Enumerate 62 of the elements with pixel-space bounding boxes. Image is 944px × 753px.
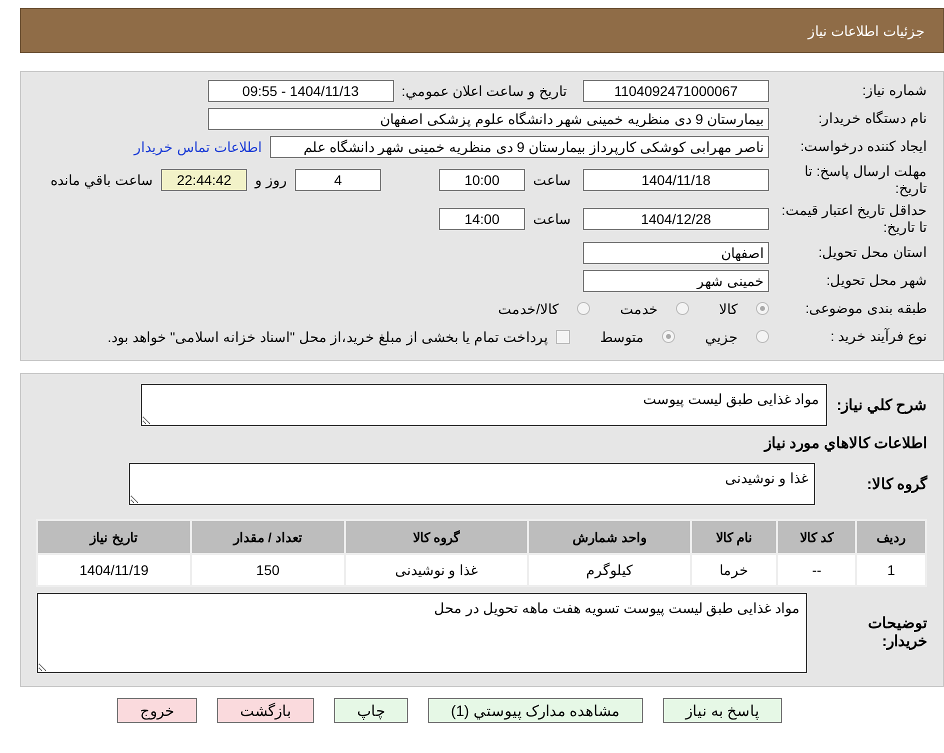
table-cell: خرما [691,554,778,586]
action-button[interactable]: چاپ [334,698,408,723]
action-button[interactable]: خروج [116,698,197,723]
table-cell: 1404/11/19 [37,554,192,586]
buyer-notes-field[interactable]: مواد غذایی طبق لیست پیوست تسویه هفت ماهه تحویل در محل [37,593,807,673]
summary-field[interactable]: مواد غذایی طبق لیست پیوست [140,384,827,426]
radio-button[interactable] [676,302,689,315]
field-label: شماره نیاز: [861,82,927,99]
table-cell: کیلوگرم [528,554,692,586]
radio-button[interactable] [577,302,590,315]
section-heading: اطلاعات کالاهاي مورد نیاز [764,434,927,452]
field-label: حداقل تاریخ اعتبار قیمت: تا تاریخ: [780,202,927,236]
radio-button[interactable] [662,330,675,343]
column-header: واحد شمارش [528,520,692,554]
table-cell: غذا و نوشیدنی [344,554,528,586]
goods-group-field[interactable]: غذا و نوشیدنی [129,463,815,505]
column-header: گروه کالا [344,520,528,554]
radio-button[interactable] [756,302,769,315]
field-label: مهلت ارسال پاسخ: تا تاریخ: [803,163,927,197]
field-label: نوع فرآیند خرید : [829,328,927,345]
table-cell: 150 [191,554,345,586]
buyer-contact-link[interactable]: اطلاعات تماس خریدار [134,138,262,154]
field-label: شهر محل تحویل: [825,272,927,289]
column-header: تاریخ نیاز [37,520,192,554]
field-label: ایجاد کننده درخواست: [799,138,927,155]
deadline-time-field[interactable]: 10:00 [439,169,525,191]
field-label: طبقه بندی موضوعی: [804,300,927,317]
validity-date-field[interactable]: 1404/12/28 [583,208,769,230]
option-label: کالا/خدمت [498,300,559,316]
field-label: توضیحات خریدار: [867,615,927,651]
option-label: خدمت [620,300,658,316]
radio-button[interactable] [756,330,769,343]
deadline-date-field[interactable]: 1404/11/18 [583,169,769,191]
action-button[interactable]: بازگشت [216,698,314,723]
field-label: ساعت باقي مانده [50,172,154,188]
option-label: متوسط [600,328,644,344]
remaining-time-field[interactable]: 22:44:42 [161,169,248,191]
field-label: روز و [255,172,287,188]
field-label: استان محل تحویل: [817,244,927,261]
option-label: جزيي [705,328,738,344]
need-number-field[interactable]: 1104092471000067 [583,80,769,102]
field-label: گروه کالا: [866,475,927,493]
field-label: ساعت [533,211,571,227]
action-button[interactable]: مشاهده مدارک پیوستي (1) [428,698,643,723]
field-label: تاريخ و ساعت اعلان عمومي: [402,82,567,98]
checkbox[interactable] [556,330,570,344]
field-label: شرح کلي نیاز: [836,396,927,414]
page-title: جزئیات اطلاعات نیاز [808,22,925,38]
table-cell: 1 [856,554,926,586]
column-header: تعداد / مقدار [191,520,345,554]
column-header: ردیف [856,520,926,554]
option-label: کالا [719,300,738,316]
field-label: نام دستگاه خریدار: [817,110,927,127]
table-cell: -- [777,554,856,586]
checkbox-label: پرداخت تمام یا بخشی از مبلغ خرید،از محل "اسناد خزانه اسلامی" خواهد بود. [107,328,548,344]
announce-date-field[interactable]: 1404/11/13 - 09:55 [208,80,394,102]
column-header: کد کالا [777,520,856,554]
action-button[interactable]: پاسخ به نیاز [662,698,782,723]
validity-time-field[interactable]: 14:00 [439,208,525,230]
days-field[interactable]: 4 [295,169,381,191]
column-header: نام کالا [691,520,778,554]
field-label: ساعت [533,172,571,188]
